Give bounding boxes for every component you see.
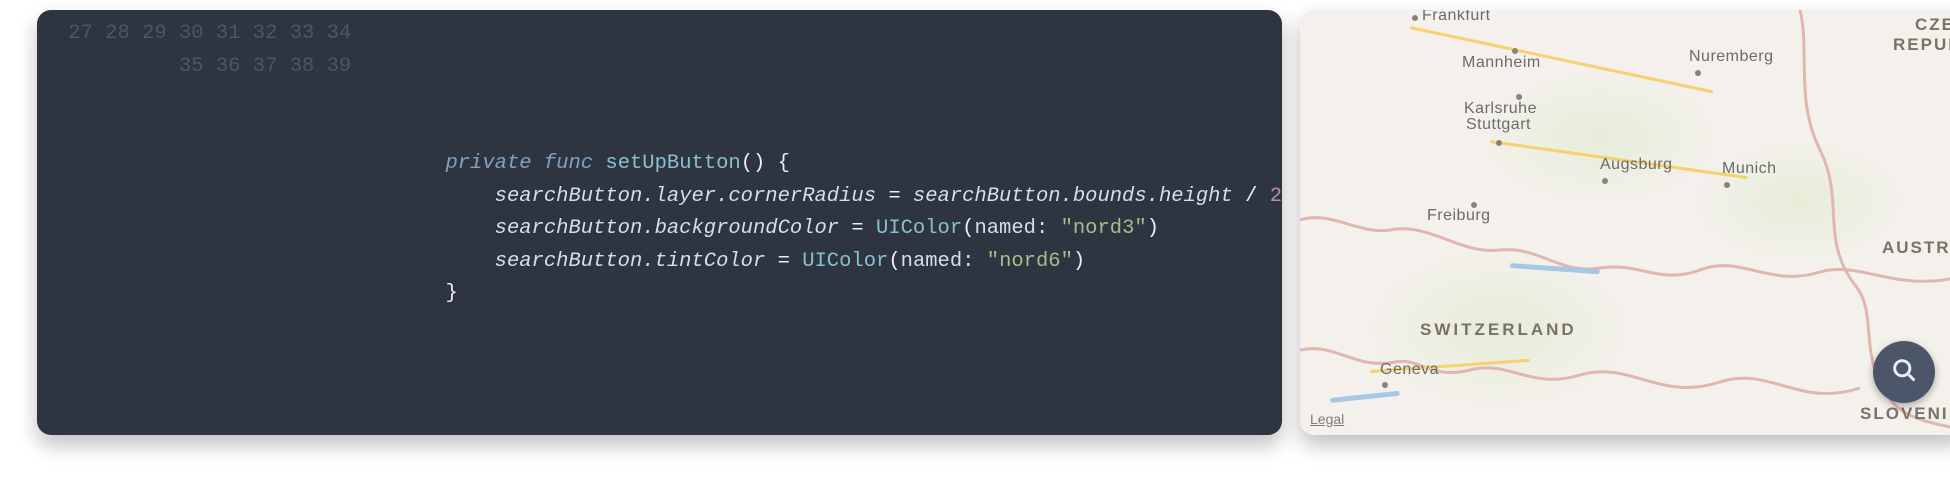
city-dot [1496, 140, 1502, 146]
search-button[interactable] [1873, 341, 1935, 403]
country-label: SLOVENI [1860, 404, 1949, 424]
city-label: Stuttgart [1466, 116, 1531, 134]
city-label: Geneva [1380, 361, 1439, 379]
country-label: AUSTRI [1882, 238, 1950, 258]
city-label: Mannheim [1462, 54, 1541, 72]
city-dot [1382, 382, 1388, 388]
search-icon [1890, 356, 1918, 389]
city-label: Nuremberg [1689, 48, 1774, 66]
city-dot [1695, 70, 1701, 76]
country-label: REPUI [1893, 35, 1950, 55]
code-content[interactable]: private func setUpButton() { searchButto… [356, 12, 1282, 435]
city-label: Augsburg [1600, 156, 1673, 174]
city-dot [1724, 182, 1730, 188]
city-dot [1412, 15, 1418, 21]
line-number-gutter: 27 28 29 30 31 32 33 34 35 36 37 38 39 [37, 12, 356, 435]
legal-link[interactable]: Legal [1310, 411, 1344, 427]
country-label: SWITZERLAND [1420, 320, 1577, 340]
city-dot [1602, 178, 1608, 184]
city-label: Frankfurt [1422, 10, 1491, 25]
map-preview[interactable]: FrankfurtMannheimNurembergKarlsruheStutt… [1300, 10, 1950, 435]
country-label: CZE [1915, 15, 1950, 35]
city-label: Munich [1722, 160, 1777, 178]
city-label: Freiburg [1427, 207, 1491, 225]
code-editor[interactable]: 27 28 29 30 31 32 33 34 35 36 37 38 39 p… [37, 10, 1282, 435]
